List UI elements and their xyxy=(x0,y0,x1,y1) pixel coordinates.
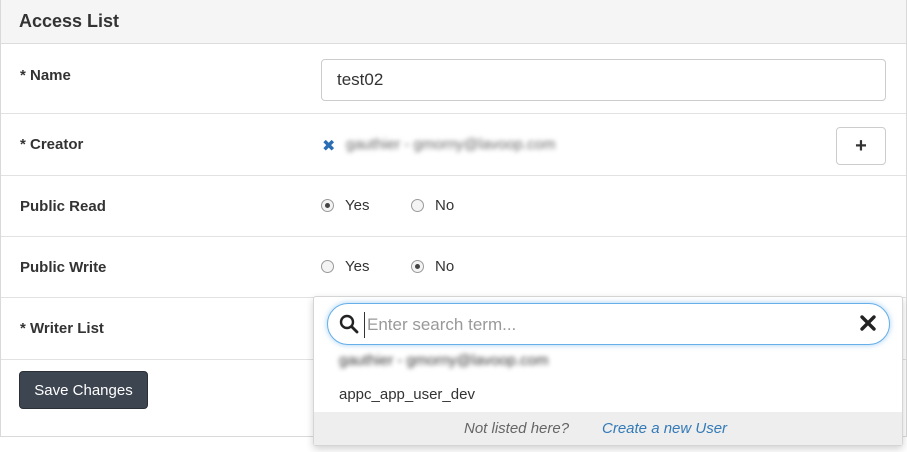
panel-title: Access List xyxy=(1,0,906,44)
public-read-row: Public Read Yes No xyxy=(1,176,906,237)
writer-list-label: * Writer List xyxy=(20,320,104,337)
public-write-no-option[interactable]: No xyxy=(411,258,454,275)
search-box[interactable] xyxy=(327,303,890,345)
not-listed-text: Not listed here? xyxy=(464,420,570,437)
public-read-yes-option[interactable]: Yes xyxy=(321,197,369,214)
add-creator-button[interactable]: + xyxy=(836,127,886,165)
dropdown-footer: Not listed here? Create a new User xyxy=(314,412,902,445)
public-read-no-option[interactable]: No xyxy=(411,197,454,214)
clear-search-icon[interactable] xyxy=(859,314,877,332)
public-write-no-label: No xyxy=(435,258,455,275)
creator-label: * Creator xyxy=(20,136,84,153)
public-read-yes-radio[interactable] xyxy=(321,199,334,212)
dropdown-option[interactable]: appc_app_user_dev xyxy=(339,386,475,403)
creator-row: * Creator ✖ gauthier - gmorny@lavoop.com… xyxy=(1,114,906,176)
creator-value: gauthier - gmorny@lavoop.com xyxy=(346,136,556,153)
dropdown-option[interactable]: gauthier - gmorny@lavoop.com xyxy=(339,352,549,369)
public-read-label: Public Read xyxy=(20,198,106,215)
search-icon xyxy=(339,314,359,334)
public-write-label: Public Write xyxy=(20,259,107,276)
public-write-yes-label: Yes xyxy=(345,258,370,275)
remove-creator-icon[interactable]: ✖ xyxy=(322,136,335,156)
name-input[interactable] xyxy=(321,59,886,101)
public-write-row: Public Write Yes No xyxy=(1,237,906,298)
name-row: * Name xyxy=(1,45,906,114)
name-label: * Name xyxy=(20,67,71,84)
public-write-yes-radio[interactable] xyxy=(321,260,334,273)
public-write-yes-option[interactable]: Yes xyxy=(321,258,369,275)
save-changes-button[interactable]: Save Changes xyxy=(19,371,148,409)
public-write-no-radio[interactable] xyxy=(411,260,424,273)
public-read-no-label: No xyxy=(435,197,455,214)
writer-list-dropdown: gauthier - gmorny@lavoop.com appc_app_us… xyxy=(313,296,903,446)
create-new-user-link[interactable]: Create a new User xyxy=(602,420,727,437)
public-read-yes-label: Yes xyxy=(345,197,370,214)
public-read-no-radio[interactable] xyxy=(411,199,424,212)
search-input[interactable] xyxy=(364,312,849,338)
